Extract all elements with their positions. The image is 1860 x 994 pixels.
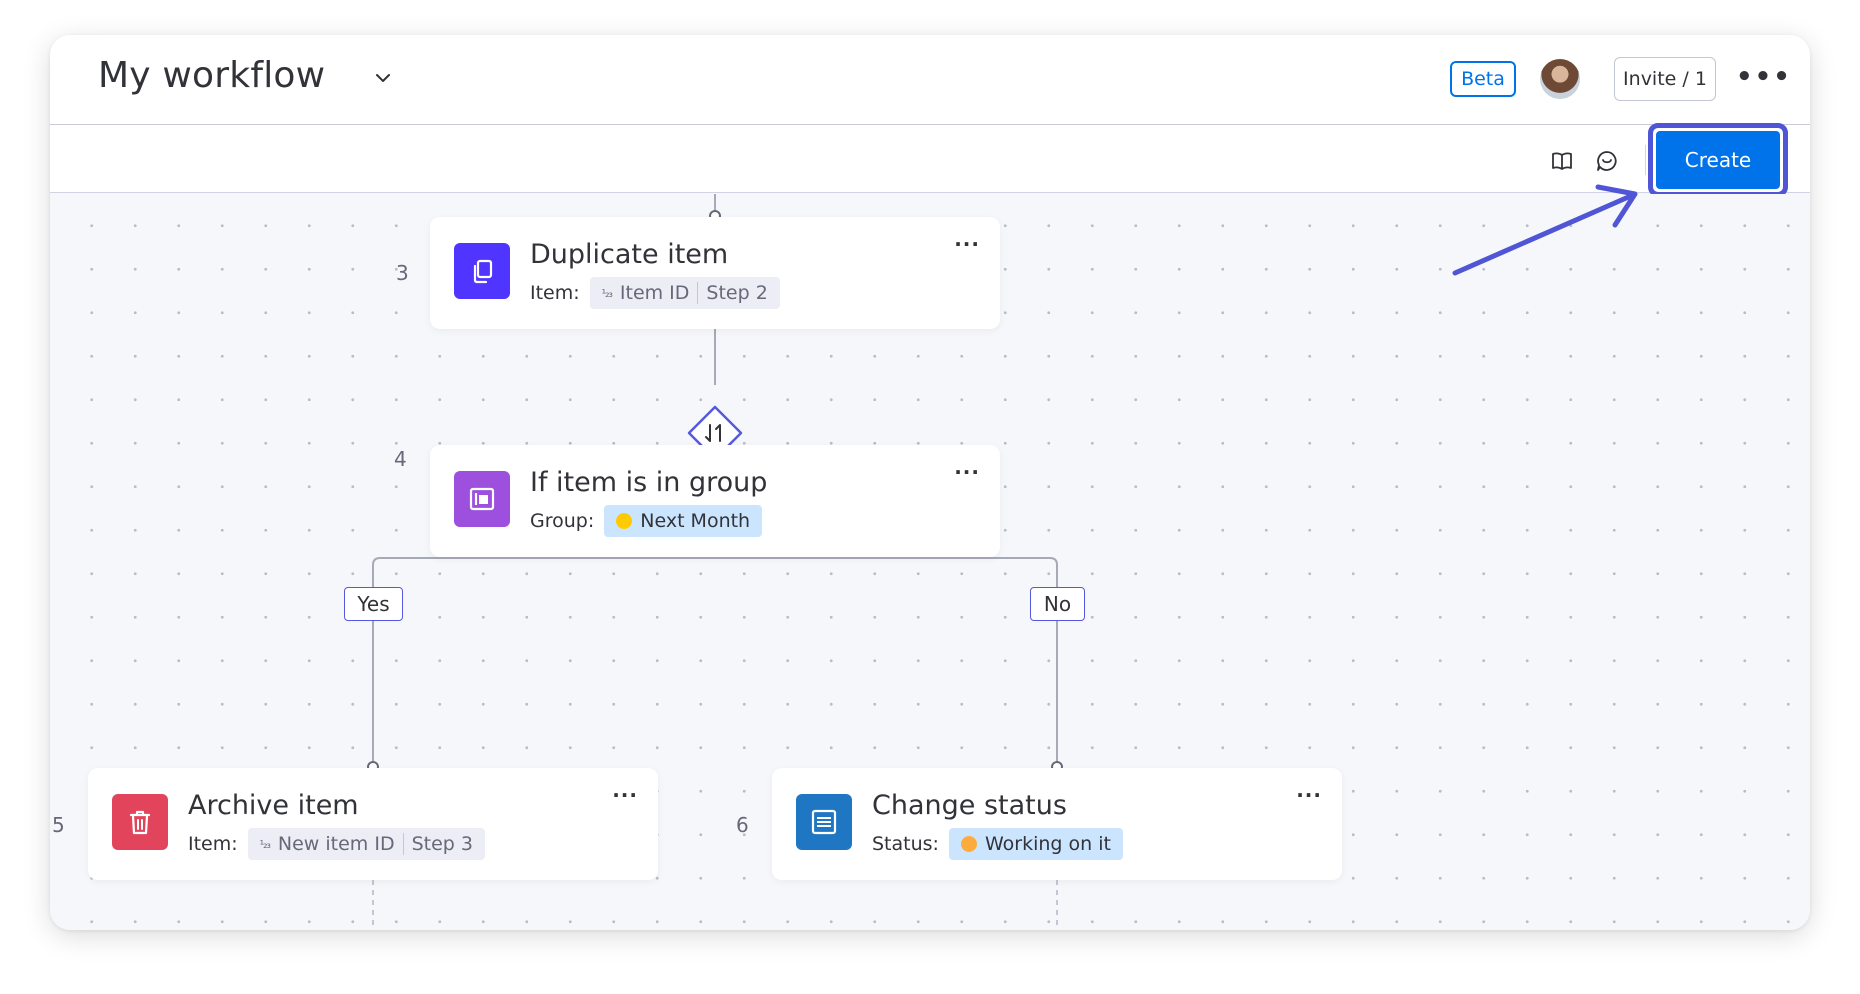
number-type-icon: ¹₂₃: [259, 837, 271, 851]
number-type-icon: ¹₂₃: [601, 286, 613, 300]
step-field: Item: ¹₂₃ New item ID Step 3: [188, 828, 485, 860]
step-icon-box: [454, 471, 510, 527]
chip-separator: [402, 833, 404, 855]
step-field: Item: ¹₂₃ Item ID Step 2: [530, 277, 780, 309]
invite-button[interactable]: Invite / 1: [1614, 57, 1716, 101]
field-label: Group:: [530, 510, 595, 532]
step-card-archive-item[interactable]: Archive item Item: ¹₂₃ New item ID Step …: [88, 768, 658, 880]
beta-badge: Beta: [1450, 61, 1516, 97]
chip-text: Working on it: [984, 833, 1111, 855]
group-chip[interactable]: Next Month: [604, 505, 763, 537]
item-id-chip[interactable]: ¹₂₃ Item ID Step 2: [589, 277, 780, 309]
step-field: Group: Next Month: [530, 505, 763, 537]
step-field: Status: Working on it: [872, 828, 1123, 860]
step-number: 4: [394, 447, 407, 471]
chip-text: Item ID: [619, 282, 690, 304]
feedback-chat-icon[interactable]: [1595, 149, 1619, 173]
chip-separator: [697, 282, 699, 304]
branch-yes-label[interactable]: Yes: [344, 587, 403, 621]
card-more-icon[interactable]: ···: [1296, 785, 1322, 805]
workflow-title[interactable]: My workflow: [98, 55, 325, 96]
header: My workflow Beta Invite / 1 •••: [50, 35, 1810, 125]
step-title: Archive item: [188, 790, 359, 821]
field-label: Status:: [872, 833, 939, 855]
chip-text: New item ID: [277, 833, 395, 855]
branch-no-label[interactable]: No: [1030, 587, 1085, 621]
avatar[interactable]: [1540, 59, 1580, 99]
workflow-window: My workflow Beta Invite / 1 ••• Create 3…: [50, 35, 1810, 930]
step-title: If item is in group: [530, 467, 768, 498]
card-more-icon[interactable]: ···: [612, 785, 638, 805]
create-button[interactable]: Create: [1656, 131, 1780, 189]
copy-icon: [473, 259, 493, 284]
book-icon[interactable]: [1550, 149, 1574, 173]
status-column-icon: [811, 809, 837, 835]
toolbar: [50, 125, 1810, 193]
trash-icon: [129, 810, 151, 835]
step-card-if-item-in-group[interactable]: If item is in group Group: Next Month ··…: [430, 445, 1000, 557]
group-icon: [469, 487, 495, 511]
step-icon-box: [112, 794, 168, 850]
chip-step: Step 2: [706, 282, 768, 304]
step-number: 5: [52, 813, 65, 837]
group-color-dot: [616, 513, 633, 529]
more-options-icon[interactable]: •••: [1736, 64, 1792, 90]
field-label: Item:: [188, 833, 238, 855]
step-icon-box: [796, 794, 852, 850]
step-card-change-status[interactable]: Change status Status: Working on it ···: [772, 768, 1342, 880]
field-label: Item:: [530, 282, 580, 304]
card-more-icon[interactable]: ···: [954, 234, 980, 254]
toolbar-divider: [1645, 145, 1646, 175]
step-title: Duplicate item: [530, 239, 729, 270]
chip-text: Next Month: [640, 510, 751, 532]
card-more-icon[interactable]: ···: [954, 462, 980, 482]
status-chip[interactable]: Working on it: [948, 828, 1123, 860]
item-id-chip[interactable]: ¹₂₃ New item ID Step 3: [247, 828, 485, 860]
step-title: Change status: [872, 790, 1067, 821]
step-number: 6: [736, 813, 749, 837]
step-card-duplicate-item[interactable]: Duplicate item Item: ¹₂₃ Item ID Step 2 …: [430, 217, 1000, 329]
status-color-dot: [960, 836, 977, 852]
chip-step: Step 3: [411, 833, 473, 855]
step-number: 3: [396, 261, 409, 285]
step-icon-box: [454, 243, 510, 299]
chevron-down-icon[interactable]: [372, 67, 394, 89]
